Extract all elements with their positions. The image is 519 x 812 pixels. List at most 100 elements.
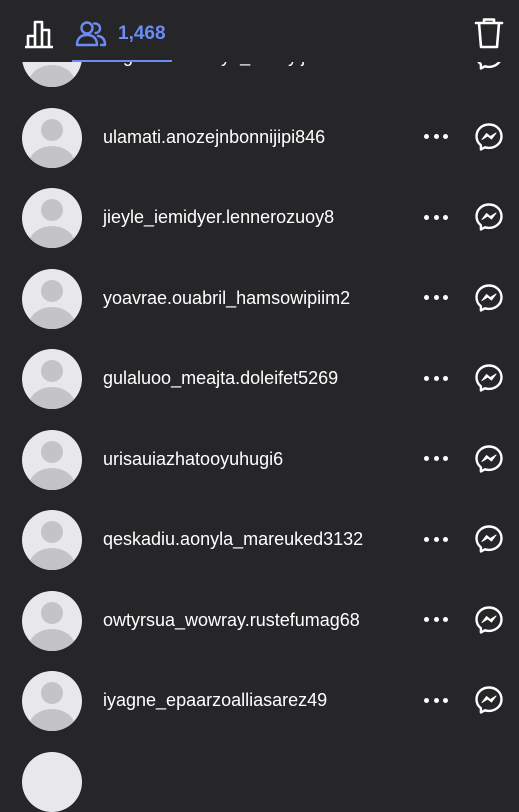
top-bar: 1,468 — [0, 0, 519, 62]
more-horizontal-icon — [424, 536, 429, 542]
stats-button[interactable] — [22, 16, 56, 50]
more-options-button[interactable] — [424, 288, 448, 308]
more-horizontal-icon — [443, 214, 448, 220]
more-options-button[interactable] — [424, 690, 448, 710]
more-horizontal-icon — [443, 134, 448, 139]
avatar-shoulders — [29, 467, 75, 490]
list-item-partial[interactable] — [0, 731, 519, 812]
list-item[interactable]: owtyrsua_wowray.rustefumag68 — [0, 570, 519, 651]
avatar[interactable] — [22, 107, 82, 168]
more-horizontal-icon — [433, 295, 439, 300]
avatar-shoulders — [29, 65, 75, 87]
message-button[interactable] — [474, 524, 504, 554]
more-horizontal-icon — [424, 456, 429, 461]
avatar-head — [41, 521, 63, 543]
more-horizontal-icon — [433, 134, 439, 139]
username[interactable]: owtyrsua_wowray.rustefumag68 — [103, 609, 360, 631]
messenger-icon — [475, 605, 503, 634]
active-tab-indicator — [72, 60, 172, 62]
avatar-head — [41, 118, 63, 141]
avatar-shoulders — [29, 628, 75, 651]
more-horizontal-icon — [443, 456, 448, 461]
list-item[interactable]: urisauiazhatooyuhugi6 — [0, 409, 519, 490]
avatar[interactable] — [22, 671, 82, 731]
trash-icon — [474, 18, 504, 49]
more-horizontal-icon — [424, 134, 429, 139]
more-horizontal-icon — [424, 617, 429, 622]
username[interactable]: urisauiazhatooyuhugi6 — [103, 448, 283, 470]
avatar-head — [41, 360, 63, 382]
more-horizontal-icon — [443, 295, 448, 300]
more-horizontal-icon — [424, 214, 429, 220]
username[interactable]: ulamati.anozejnbonnijipi846 — [103, 126, 325, 148]
more-horizontal-icon — [433, 617, 439, 622]
avatar-shoulders — [29, 226, 75, 248]
avatar[interactable] — [22, 429, 82, 490]
avatar-head — [41, 279, 63, 302]
message-button[interactable] — [474, 363, 504, 393]
avatar-head — [41, 199, 63, 221]
username[interactable]: gulaluoo_meajta.doleifet5269 — [103, 367, 338, 389]
avatar-shoulders — [29, 387, 75, 409]
more-horizontal-icon — [433, 214, 439, 220]
list-item[interactable]: iyagne_epaarzoalliasarez49 — [0, 650, 519, 731]
avatar[interactable] — [22, 590, 82, 651]
messenger-icon — [475, 203, 503, 231]
viewers-count: 1,468 — [118, 23, 166, 44]
avatar[interactable] — [22, 349, 82, 409]
messenger-icon — [475, 525, 503, 553]
list-item[interactable]: ulamati.anozejnbonnijipi846 — [0, 87, 519, 168]
avatar-shoulders — [29, 306, 75, 329]
messenger-icon — [475, 364, 503, 392]
delete-button[interactable] — [472, 14, 506, 52]
list-item[interactable]: yoavrae.ouabril_hamsowipiim2 — [0, 248, 519, 329]
more-options-button[interactable] — [424, 207, 448, 227]
list-item[interactable]: qeskadiu.aonyla_mareuked3132 — [0, 489, 519, 570]
messenger-icon — [475, 444, 503, 473]
more-options-button[interactable] — [424, 449, 448, 469]
more-horizontal-icon — [433, 536, 439, 542]
avatar[interactable] — [22, 510, 82, 570]
more-horizontal-icon — [424, 295, 429, 300]
more-options-button[interactable] — [424, 610, 448, 630]
more-options-button[interactable] — [424, 127, 448, 147]
list-item[interactable]: gulaluoo_meajta.doleifet5269 — [0, 328, 519, 409]
more-horizontal-icon — [443, 375, 448, 381]
avatar-shoulders — [29, 548, 75, 570]
more-horizontal-icon — [424, 697, 429, 703]
avatar-shoulders — [29, 145, 75, 168]
avatar[interactable] — [22, 188, 82, 248]
messenger-icon — [475, 283, 503, 312]
more-horizontal-icon — [433, 375, 439, 381]
message-button[interactable] — [474, 283, 504, 313]
messenger-icon — [475, 122, 503, 151]
message-button[interactable] — [474, 605, 504, 635]
username[interactable]: jieyle_iemidyer.lennerozuoy8 — [103, 206, 334, 228]
more-options-button[interactable] — [424, 529, 448, 549]
username[interactable]: iyagne_epaarzoalliasarez49 — [103, 689, 327, 711]
message-button[interactable] — [474, 685, 504, 715]
bar-chart-icon — [25, 20, 53, 49]
avatar[interactable] — [22, 751, 82, 812]
people-icon — [74, 17, 108, 51]
avatar-head — [41, 440, 63, 463]
more-horizontal-icon — [443, 617, 448, 622]
avatar-head — [41, 682, 63, 704]
more-horizontal-icon — [424, 375, 429, 381]
list-item[interactable]: jieyle_iemidyer.lennerozuoy8 — [0, 167, 519, 248]
more-horizontal-icon — [443, 536, 448, 542]
viewers-list: bogaklo.enuanya_sitauyija141ulamati.anoz… — [0, 0, 519, 812]
more-options-button[interactable] — [424, 368, 448, 388]
avatar-shoulders — [29, 709, 75, 731]
more-horizontal-icon — [443, 697, 448, 703]
avatar[interactable] — [22, 268, 82, 329]
tab-viewers[interactable]: 1,468 — [74, 12, 172, 56]
more-horizontal-icon — [433, 697, 439, 703]
username[interactable]: qeskadiu.aonyla_mareuked3132 — [103, 528, 363, 550]
avatar-head — [41, 601, 63, 624]
username[interactable]: yoavrae.ouabril_hamsowipiim2 — [103, 287, 350, 309]
message-button[interactable] — [474, 202, 504, 232]
message-button[interactable] — [474, 444, 504, 474]
more-horizontal-icon — [433, 456, 439, 461]
message-button[interactable] — [474, 122, 504, 152]
